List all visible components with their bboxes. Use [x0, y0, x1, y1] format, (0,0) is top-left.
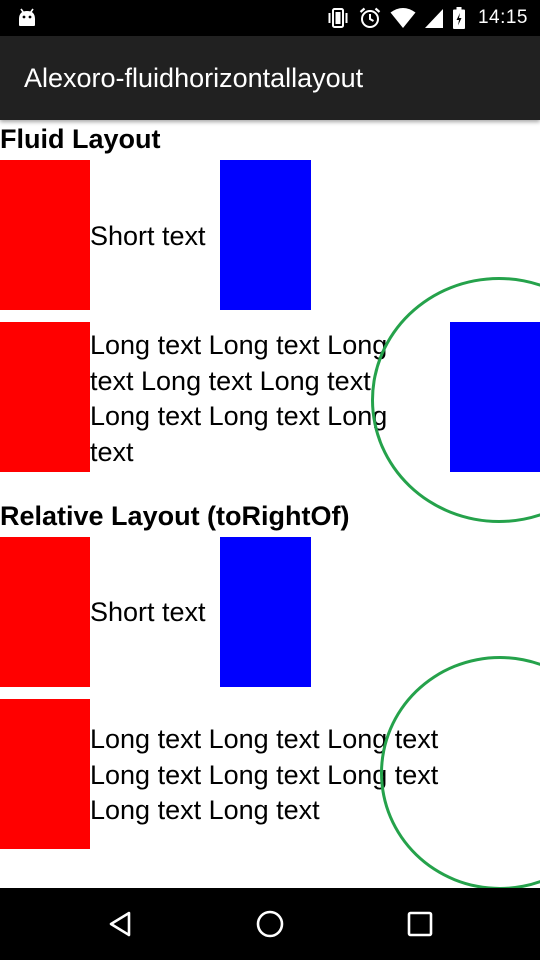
alarm-icon	[359, 7, 381, 28]
app-title: Alexoro-fluidhorizontallayout	[24, 63, 364, 93]
relative-layout-title: Relative Layout (toRightOf)	[0, 501, 350, 531]
fluid-layout-title: Fluid Layout	[0, 124, 161, 154]
fluid-row2-text: Long text Long text Long text Long text …	[90, 328, 387, 470]
signal-icon	[424, 9, 443, 28]
text-line: text	[90, 436, 134, 467]
relative-row1-text: Short text	[90, 597, 206, 627]
fluid-row2-blue-box	[450, 322, 540, 472]
text-line: Long text Long text Long text	[90, 759, 439, 790]
screen: 14:15 Alexoro-fluidhorizontallayout Flui…	[0, 0, 540, 960]
home-icon	[256, 910, 284, 938]
text-line: text Long text Long text	[90, 365, 371, 396]
text-line: Long text Long text	[90, 795, 320, 825]
relative-row1-blue-box	[220, 537, 311, 687]
relative-row2-red-box	[0, 699, 90, 849]
home-button[interactable]	[220, 888, 320, 960]
fluid-row1-blue-box	[220, 160, 311, 310]
status-icons: 14:15	[326, 0, 528, 36]
android-debug-icon	[19, 8, 35, 26]
app-bar: Alexoro-fluidhorizontallayout	[0, 36, 540, 120]
fluid-row1-text: Short text	[90, 221, 206, 251]
back-icon	[109, 911, 131, 937]
back-button[interactable]	[70, 888, 170, 960]
text-line: Long text Long text Long text	[90, 724, 439, 754]
recents-button[interactable]	[370, 888, 470, 960]
status-bar: 14:15	[0, 0, 540, 36]
fluid-row2-red-box	[0, 322, 90, 472]
relative-row1-red-box	[0, 537, 90, 687]
wifi-icon	[390, 8, 416, 28]
battery-icon	[452, 7, 465, 29]
fluid-row1-red-box	[0, 160, 90, 310]
relative-row2-text: Long text Long text Long text Long text …	[90, 722, 438, 829]
status-clock: 14:15	[477, 7, 528, 28]
text-line: Long text Long text Long	[90, 401, 388, 431]
navigation-bar	[0, 888, 540, 960]
text-line: Long text Long text Long	[90, 330, 388, 360]
recents-icon	[407, 911, 433, 937]
vibrate-icon	[328, 8, 348, 28]
